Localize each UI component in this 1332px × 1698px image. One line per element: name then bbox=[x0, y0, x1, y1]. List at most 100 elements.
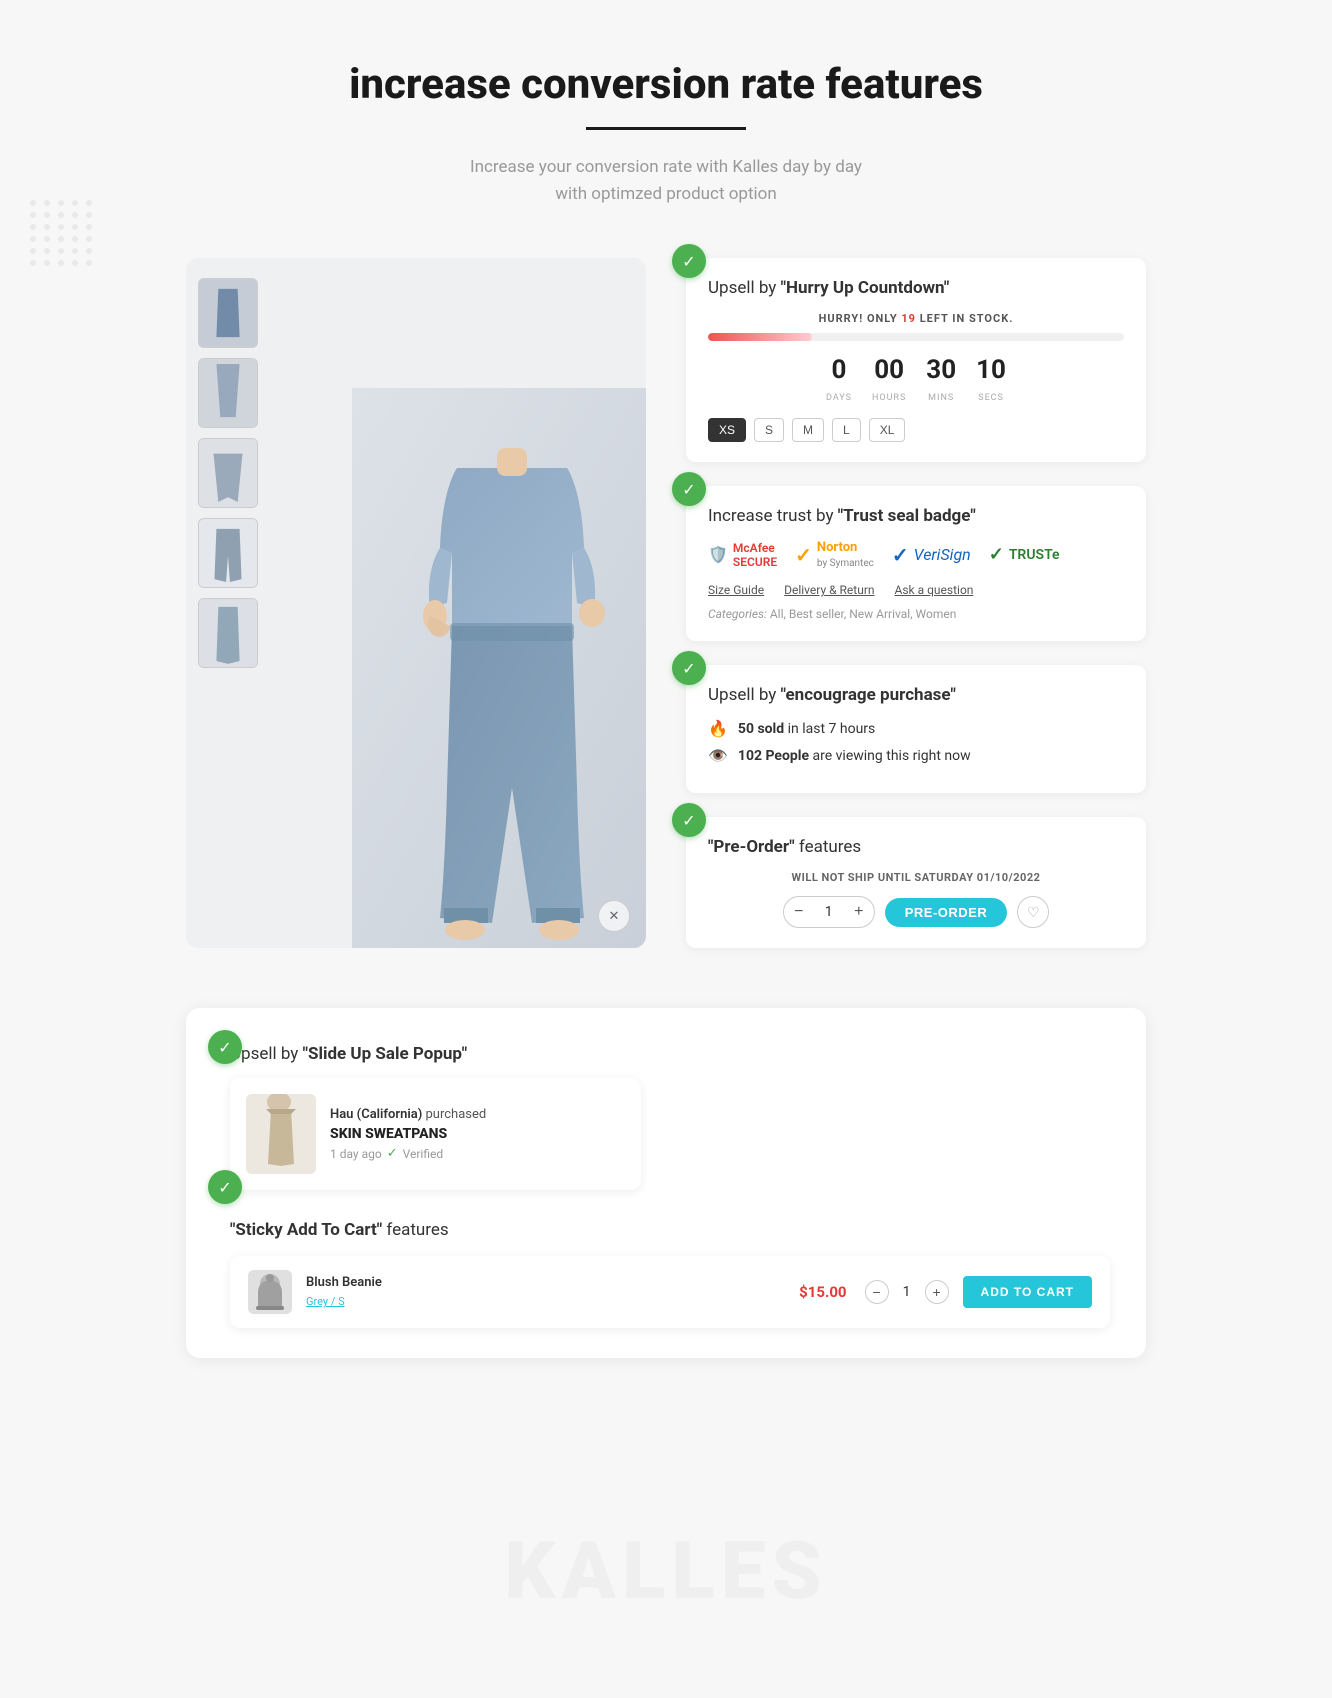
preorder-qty-plus[interactable]: + bbox=[844, 897, 874, 927]
slide-popup-section: ✓ Upsell by "Slide Up Sale Popup" bbox=[222, 1044, 641, 1190]
sticky-bar: Blush Beanie Grey / S $15.00 − 1 + ADD T… bbox=[230, 1256, 1110, 1328]
preorder-qty-minus[interactable]: − bbox=[784, 897, 814, 927]
verified-icon: ✓ bbox=[387, 1146, 398, 1161]
thumb-3[interactable] bbox=[198, 438, 258, 508]
popup-buyer: Hau (California) purchased bbox=[330, 1107, 625, 1122]
size-xs[interactable]: XS bbox=[708, 418, 746, 442]
sticky-product-info: Blush Beanie Grey / S bbox=[306, 1275, 785, 1309]
mcafee-badge: 🛡️ McAfeeSECURE bbox=[708, 541, 777, 569]
features-column: ✓ Upsell by "Hurry Up Countdown" HURRY! … bbox=[686, 258, 1146, 948]
eye-icon: 👁️ bbox=[708, 746, 728, 765]
sticky-price: $15.00 bbox=[799, 1283, 846, 1301]
popup-info: Hau (California) purchased SKIN SWEATPAN… bbox=[330, 1107, 625, 1161]
encourage-item-2: 👁️ 102 People are viewing this right now bbox=[708, 746, 1124, 765]
norton-icon: ✓ bbox=[795, 543, 812, 567]
preorder-title: "Pre-Order" features bbox=[708, 837, 1124, 857]
preorder-button[interactable]: PRE-ORDER bbox=[885, 898, 1008, 927]
popup-title: Upsell by "Slide Up Sale Popup" bbox=[230, 1044, 641, 1064]
preorder-controls: − 1 + PRE-ORDER ♡ bbox=[708, 896, 1124, 928]
stock-bar bbox=[708, 333, 1124, 341]
popup-product-name: SKIN SWEATPANS bbox=[330, 1126, 625, 1142]
hurry-check-badge: ✓ bbox=[672, 244, 706, 278]
add-to-cart-button[interactable]: ADD TO CART bbox=[963, 1276, 1092, 1308]
sticky-qty-plus[interactable]: + bbox=[925, 1280, 949, 1304]
page-title: increase conversion rate features bbox=[186, 60, 1146, 109]
size-s[interactable]: S bbox=[754, 418, 784, 442]
categories-row: Categories: All, Best seller, New Arriva… bbox=[708, 607, 1124, 621]
verisign-icon: ✓ bbox=[892, 543, 909, 567]
hurry-stock-text: HURRY! ONLY 19 LEFT IN STOCK. bbox=[708, 312, 1124, 325]
truste-badge: ✓ TRUSTe bbox=[989, 544, 1060, 565]
stock-bar-fill bbox=[708, 333, 812, 341]
mcafee-label: McAfeeSECURE bbox=[733, 541, 777, 569]
feature-trust-card: ✓ Increase trust by "Trust seal badge" 🛡… bbox=[686, 486, 1146, 641]
norton-sub: by Symantec bbox=[817, 558, 874, 569]
page-header: increase conversion rate features Increa… bbox=[186, 60, 1146, 208]
encourage-text-2: 102 People are viewing this right now bbox=[738, 748, 971, 764]
countdown-days: 0 DAYS bbox=[826, 355, 852, 404]
sticky-section: ✓ "Sticky Add To Cart" features Bl bbox=[222, 1220, 1110, 1328]
encourage-item-1: 🔥 50 sold in last 7 hours bbox=[708, 719, 1124, 738]
ask-link[interactable]: Ask a question bbox=[895, 583, 974, 597]
feature-encourage-card: ✓ Upsell by "encougrage purchase" 🔥 50 s… bbox=[686, 665, 1146, 793]
trust-badges-row: 🛡️ McAfeeSECURE ✓ Norton by Symantec ✓ V… bbox=[708, 540, 1124, 569]
thumb-4[interactable] bbox=[198, 518, 258, 588]
sticky-qty-row: − 1 + bbox=[865, 1280, 949, 1304]
bottom-right-spacer bbox=[691, 1044, 1110, 1190]
page-subtitle: Increase your conversion rate with Kalle… bbox=[186, 154, 1146, 208]
wishlist-button[interactable]: ♡ bbox=[1017, 896, 1049, 928]
popup-product-image bbox=[246, 1094, 316, 1174]
sticky-product-image bbox=[248, 1270, 292, 1314]
encourage-list: 🔥 50 sold in last 7 hours 👁️ 102 People … bbox=[708, 719, 1124, 765]
feature-preorder-card: ✓ "Pre-Order" features WILL NOT SHIP UNT… bbox=[686, 817, 1146, 948]
sticky-title: "Sticky Add To Cart" features bbox=[230, 1220, 1110, 1240]
size-xl[interactable]: XL bbox=[869, 418, 906, 442]
size-l[interactable]: L bbox=[832, 418, 861, 442]
verisign-badge: ✓ VeriSign bbox=[892, 543, 971, 567]
size-m[interactable]: M bbox=[792, 418, 824, 442]
preorder-qty-value: 1 bbox=[814, 904, 844, 920]
bottom-section-wrapper: ✓ Upsell by "Slide Up Sale Popup" bbox=[186, 1008, 1146, 1358]
trust-check-badge: ✓ bbox=[672, 472, 706, 506]
categories-value: All, Best seller, New Arrival, Women bbox=[770, 607, 957, 621]
verisign-label: VeriSign bbox=[914, 545, 971, 564]
size-guide-link[interactable]: Size Guide bbox=[708, 583, 764, 597]
hurry-title: Upsell by "Hurry Up Countdown" bbox=[708, 278, 1124, 298]
popup-time: 1 day ago ✓ Verified bbox=[330, 1146, 625, 1161]
truste-icon: ✓ bbox=[989, 544, 1004, 565]
sticky-variant[interactable]: Grey / S bbox=[306, 1295, 345, 1308]
feature-hurry-card: ✓ Upsell by "Hurry Up Countdown" HURRY! … bbox=[686, 258, 1146, 462]
main-layout: ✕ ✓ Upsell by "Hurry Up Countdown" HURRY… bbox=[186, 258, 1146, 948]
mcafee-icon: 🛡️ bbox=[708, 545, 728, 564]
encourage-check-badge: ✓ bbox=[672, 651, 706, 685]
sticky-product-name: Blush Beanie bbox=[306, 1275, 785, 1290]
encourage-title: Upsell by "encougrage purchase" bbox=[708, 685, 1124, 705]
thumb-2[interactable] bbox=[198, 358, 258, 428]
popup-card: Hau (California) purchased SKIN SWEATPAN… bbox=[230, 1078, 641, 1190]
preorder-qty-control: − 1 + bbox=[783, 896, 875, 928]
thumbnails bbox=[198, 278, 258, 668]
norton-label: Norton bbox=[817, 540, 857, 555]
sticky-qty-value: 1 bbox=[897, 1284, 917, 1300]
trust-title: Increase trust by "Trust seal badge" bbox=[708, 506, 1124, 526]
fire-icon: 🔥 bbox=[708, 719, 728, 738]
countdown-hours: 00 HOURS bbox=[872, 355, 906, 404]
countdown-secs: 10 SECS bbox=[976, 355, 1006, 404]
product-image-area: ✕ bbox=[186, 258, 646, 948]
norton-badge: ✓ Norton by Symantec bbox=[795, 540, 874, 569]
sticky-check-badge: ✓ bbox=[208, 1170, 242, 1204]
thumb-1[interactable] bbox=[198, 278, 258, 348]
product-links: Size Guide Delivery & Return Ask a quest… bbox=[708, 583, 1124, 597]
bottom-two-col: ✓ Upsell by "Slide Up Sale Popup" bbox=[222, 1044, 1110, 1190]
encourage-text-1: 50 sold in last 7 hours bbox=[738, 721, 875, 737]
preorder-check-badge: ✓ bbox=[672, 803, 706, 837]
sticky-qty-minus[interactable]: − bbox=[865, 1280, 889, 1304]
delivery-link[interactable]: Delivery & Return bbox=[784, 583, 874, 597]
size-selector: XS S M L XL bbox=[708, 418, 1124, 442]
thumb-5[interactable] bbox=[198, 598, 258, 668]
truste-label: TRUSTe bbox=[1009, 547, 1060, 563]
slide-popup-content: Upsell by "Slide Up Sale Popup" bbox=[222, 1044, 641, 1190]
preorder-note: WILL NOT SHIP UNTIL SATURDAY 01/10/2022 bbox=[708, 871, 1124, 884]
categories-label: Categories: bbox=[708, 607, 770, 621]
countdown-mins: 30 MINS bbox=[926, 355, 956, 404]
